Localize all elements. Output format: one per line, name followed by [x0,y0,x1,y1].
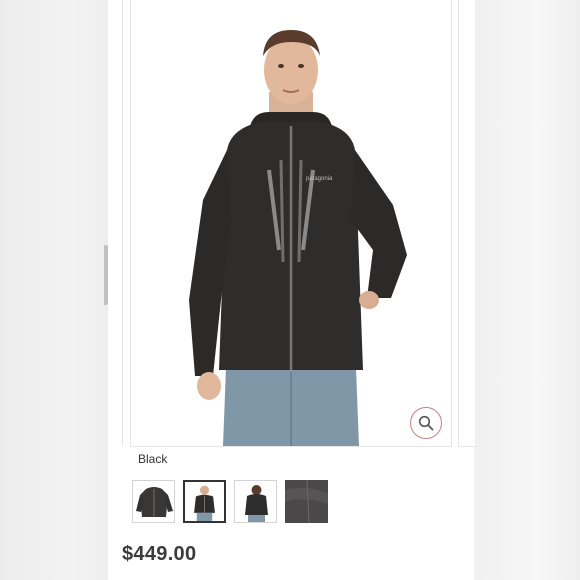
svg-text:patagonia: patagonia [306,176,333,182]
model-back-image [245,485,268,522]
product-photo: patagonia [189,30,407,446]
main-product-image[interactable]: patagonia [130,0,452,447]
thumbnail-strip [132,480,328,523]
background-blur-right [475,0,580,580]
thumbnail-model-back[interactable] [234,480,277,523]
background-blur-left [0,0,108,580]
thumbnail-model-front[interactable] [183,480,226,523]
model-front-image [194,485,215,521]
color-label: Black [138,452,168,466]
next-slide-card[interactable] [458,0,475,447]
jacket-flat-image [136,487,173,517]
magnifier-icon [418,415,434,431]
thumbnail-fabric-swatch[interactable] [285,480,328,523]
previous-slide-card[interactable] [108,0,123,446]
fabric-swatch-image [285,480,328,523]
thumbnail-jacket-flat[interactable] [132,480,175,523]
zoom-button[interactable] [410,407,442,439]
product-price: $449.00 [122,543,197,565]
